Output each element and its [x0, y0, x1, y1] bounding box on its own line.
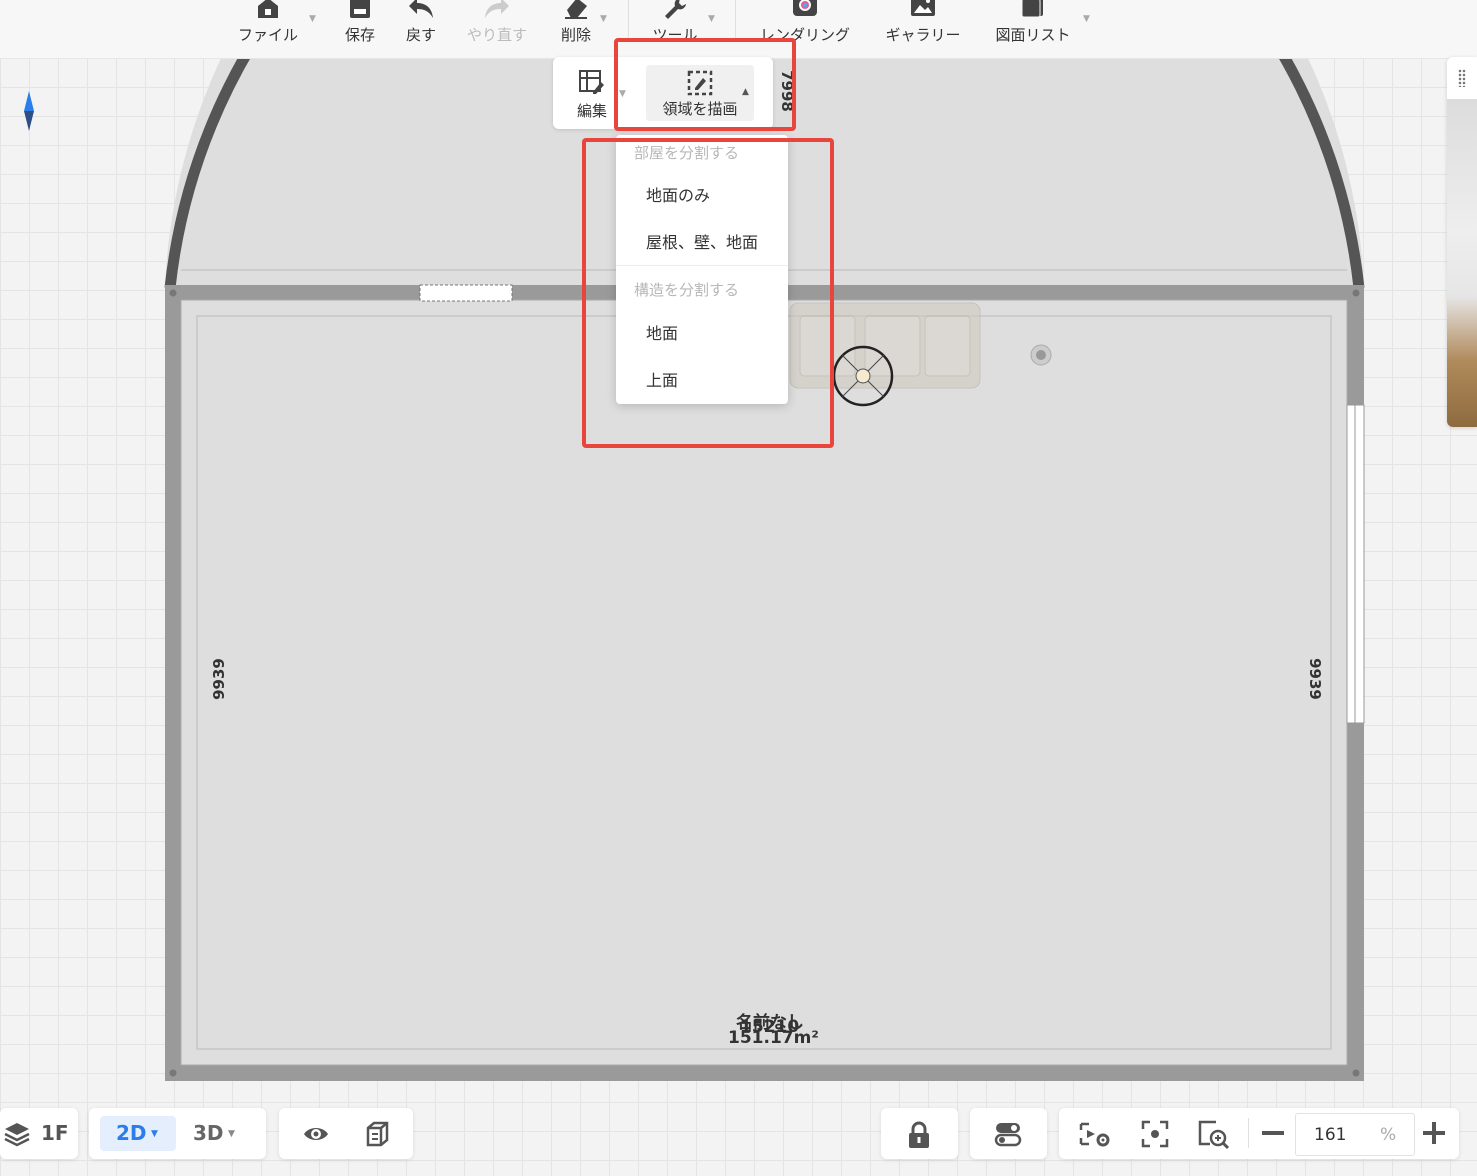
zoom-divider — [1248, 1118, 1249, 1148]
tools-label: ツール — [652, 26, 698, 44]
gallery-label: ギャラリー — [885, 26, 961, 44]
rendering-label: レンダリング — [759, 26, 850, 44]
dimension-right: 9939 — [1305, 658, 1324, 700]
edit-label: 編集 — [576, 102, 607, 120]
drawing-list-button[interactable]: 図面リスト — [992, 0, 1074, 58]
file-menu[interactable]: ファイル — [235, 0, 301, 58]
sofa-furniture — [789, 302, 981, 389]
eye-icon[interactable] — [302, 1120, 330, 1148]
menu-item-floor-only[interactable]: 地面のみ — [646, 182, 710, 206]
delete-label: 削除 — [560, 26, 591, 44]
layers-icon — [4, 1123, 30, 1147]
compass-icon — [24, 91, 34, 131]
file-label: ファイル — [237, 26, 298, 44]
wall-left — [165, 285, 181, 1081]
draw-area-caret-icon[interactable]: ▲ — [742, 87, 749, 97]
redo-icon — [485, 0, 509, 18]
rendering-button[interactable]: レンダリング — [756, 0, 854, 58]
drawing-list-caret-icon[interactable]: ▼ — [1083, 14, 1090, 24]
room-fill — [165, 286, 1364, 1081]
right-side-panel[interactable] — [1447, 57, 1477, 427]
drawing-list-label: 図面リスト — [995, 26, 1071, 44]
floor-label: 1F — [41, 1121, 69, 1145]
undo-icon — [409, 0, 433, 18]
draw-area-dropdown: 部屋を分割する 地面のみ 屋根、壁、地面 構造を分割する 地面 上面 — [616, 135, 788, 404]
toggle-settings-icon[interactable] — [994, 1120, 1022, 1148]
image-icon — [911, 0, 935, 16]
panel-handle-icon[interactable] — [1458, 69, 1466, 87]
dimension-top-partial: 7998 — [777, 70, 796, 112]
home-icon — [258, 0, 278, 18]
lock-panel — [881, 1108, 958, 1159]
document-stack-icon — [1021, 0, 1043, 18]
edit-button[interactable]: 編集 — [573, 57, 611, 129]
undo-button[interactable]: 戻す — [403, 0, 439, 58]
save-icon — [350, 0, 370, 18]
zoom-out-icon[interactable] — [1260, 1120, 1286, 1146]
view-2d-caret-icon: ▼ — [151, 1129, 158, 1139]
eraser-icon — [565, 0, 587, 19]
lock-icon[interactable] — [905, 1120, 933, 1150]
toggle-panel — [970, 1108, 1047, 1159]
menu-item-roof-wall-floor[interactable]: 屋根、壁、地面 — [646, 229, 758, 253]
render-icon — [793, 0, 817, 16]
zoom-fit-icon[interactable] — [1198, 1120, 1230, 1150]
cube-view-icon[interactable] — [362, 1120, 390, 1148]
draw-area-label: 領域を描画 — [662, 100, 738, 118]
focus-center-icon[interactable] — [1141, 1120, 1169, 1148]
top-toolbar: ファイル ▼ 保存 戻す やり直す 削除 ▼ ツール ▼ レンダリング ギャラリ… — [0, 0, 1477, 59]
zoom-panel: 161 % — [1059, 1108, 1459, 1159]
display-options-panel — [279, 1108, 413, 1159]
tools-menu[interactable]: ツール — [649, 0, 701, 58]
room-area: 151.17m² — [728, 1028, 819, 1048]
zoom-input[interactable]: 161 % — [1295, 1113, 1415, 1156]
zoom-in-icon[interactable] — [1421, 1120, 1447, 1146]
toolbar-divider — [735, 0, 736, 40]
save-label: 保存 — [344, 26, 375, 44]
view-3d-label: 3D — [193, 1121, 224, 1145]
section-split-room: 部屋を分割する — [634, 144, 740, 162]
menu-item-top-surface[interactable]: 上面 — [646, 367, 678, 391]
draw-sub-toolbar: 編集 ▼ 領域を描画 ▲ — [553, 57, 773, 129]
save-button[interactable]: 保存 — [342, 0, 378, 58]
undo-label: 戻す — [405, 26, 436, 44]
view-settings-icon[interactable] — [1079, 1120, 1111, 1148]
section-split-structure: 構造を分割する — [634, 281, 740, 299]
file-caret-icon[interactable]: ▼ — [309, 14, 316, 24]
view-mode-panel: 2D ▼ 3D ▼ — [89, 1108, 266, 1159]
draw-area-icon — [687, 70, 713, 96]
gallery-button[interactable]: ギャラリー — [882, 0, 964, 58]
tools-caret-icon[interactable]: ▼ — [708, 14, 715, 24]
view-2d-tab[interactable]: 2D ▼ — [100, 1116, 176, 1151]
delete-caret-icon[interactable]: ▼ — [600, 14, 607, 24]
view-2d-label: 2D — [116, 1121, 147, 1145]
menu-divider — [616, 265, 788, 266]
redo-button[interactable]: やり直す — [465, 0, 529, 58]
door-opening — [419, 284, 513, 302]
toolbar-divider — [628, 0, 629, 40]
wall-bottom — [165, 1065, 1364, 1081]
edit-grid-icon — [579, 70, 604, 94]
floor-selector-panel[interactable]: 1F — [0, 1108, 78, 1159]
redo-label: やり直す — [466, 26, 527, 44]
zoom-unit: % — [1380, 1125, 1397, 1145]
edit-caret-icon[interactable]: ▼ — [619, 89, 626, 99]
wrench-icon — [665, 0, 686, 19]
view-3d-tab[interactable]: 3D ▼ — [185, 1116, 255, 1151]
menu-item-ground[interactable]: 地面 — [646, 320, 678, 344]
dimension-left: 9939 — [209, 658, 228, 700]
panel-preview-thumbnail — [1447, 99, 1477, 427]
round-fixture-icon — [1030, 344, 1052, 366]
view-3d-caret-icon: ▼ — [228, 1129, 235, 1139]
draw-area-button[interactable]: 領域を描画 — [646, 65, 754, 121]
delete-button[interactable]: 削除 — [558, 0, 594, 58]
zoom-value: 161 — [1314, 1125, 1347, 1145]
